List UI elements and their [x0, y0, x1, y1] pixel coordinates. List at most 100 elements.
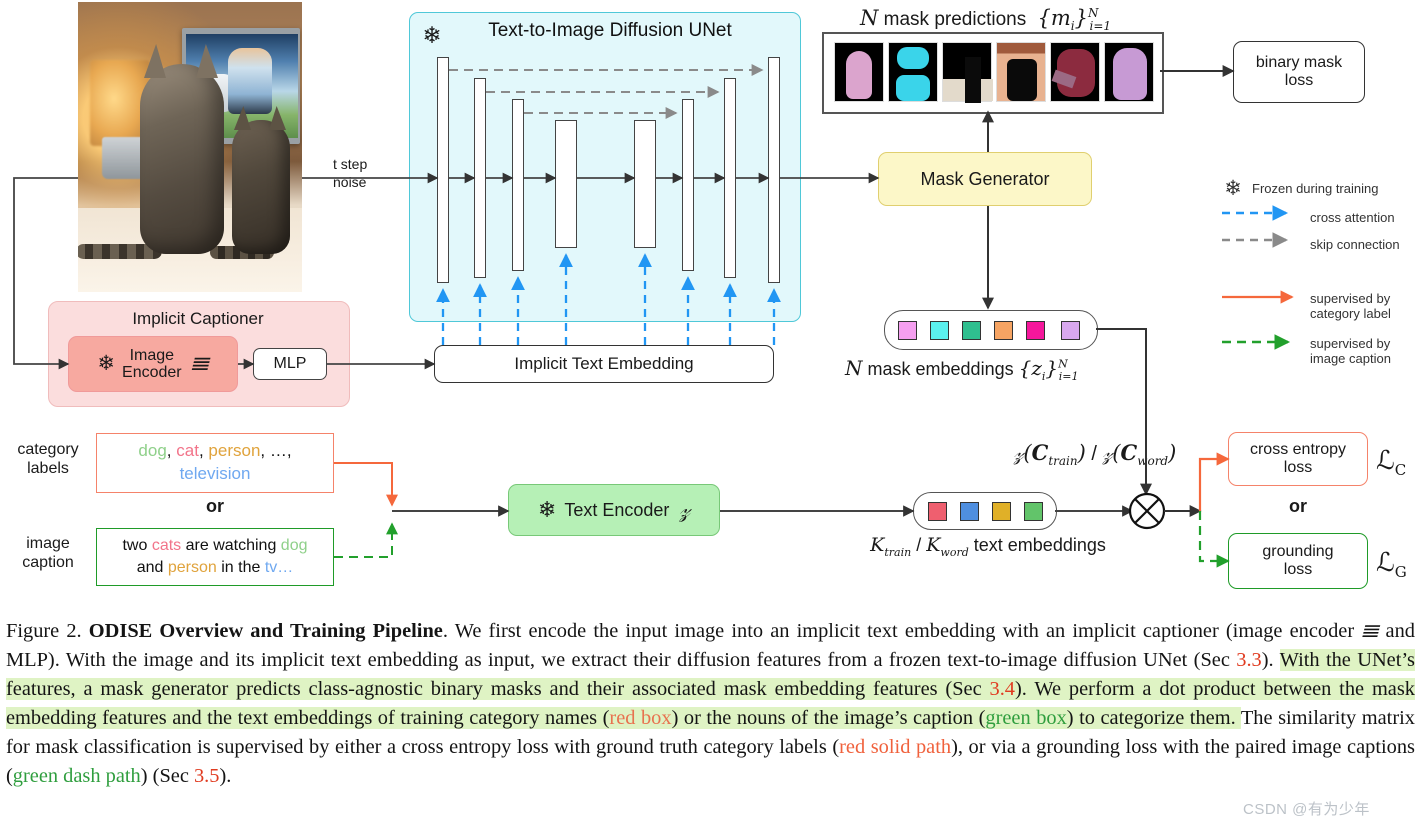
- caption-green-box: green box: [985, 707, 1067, 729]
- t-step-line2: noise: [333, 173, 367, 190]
- category-item-television: television: [179, 464, 251, 483]
- unet-block-1: [437, 57, 449, 283]
- text-embedding-chip-2: [960, 502, 979, 521]
- legend-supervised-category-label: supervised by category label: [1310, 291, 1391, 322]
- text-embeddings-math-label: 𝓏(Ctrain) / 𝓏(Cword): [1013, 440, 1177, 469]
- caption-sec-3-5: 3.5: [193, 765, 220, 787]
- legend-supervised-category-line2: category label: [1310, 306, 1391, 322]
- unet-block-5: [634, 120, 656, 248]
- mask-embeddings-strip: [884, 310, 1098, 350]
- snowflake-icon-image-encoder: ❄: [97, 351, 116, 375]
- or-label-right: or: [1289, 496, 1307, 516]
- legend-row-supervised-category: supervised by category label: [1218, 291, 1391, 322]
- mask-generator-box: Mask Generator: [878, 152, 1092, 206]
- legend-skip-connection-label: skip connection: [1310, 237, 1400, 252]
- legend-row-skip-connection: skip connection: [1218, 237, 1400, 252]
- unet-block-2: [474, 78, 486, 278]
- cross-entropy-line1: cross entropy: [1249, 440, 1347, 458]
- unet-block-7: [724, 78, 736, 278]
- caption-p5: ) (Sec: [140, 765, 194, 787]
- unet-block-3: [512, 99, 524, 271]
- input-image: [78, 2, 302, 292]
- mask-thumb-5: [1050, 42, 1100, 102]
- caption-green-dash-path: green dash path: [12, 765, 141, 787]
- mask-embedding-chip-2: [930, 321, 949, 340]
- cross-entropy-loss-box: cross entropy loss: [1228, 432, 1368, 486]
- text-encoder-box: ❄ Text Encoder 𝓏: [508, 484, 720, 536]
- mask-thumb-3: [942, 42, 993, 103]
- text-embeddings-count-label: Ktrain / Kword text embeddings: [870, 534, 1106, 559]
- legend-supervised-caption-line1: supervised by: [1310, 336, 1391, 351]
- caption-highlight-2c: ) to categorize them.: [1066, 707, 1241, 729]
- legend-frozen-label: Frozen during training: [1252, 180, 1379, 196]
- binary-mask-loss-line2: loss: [1284, 72, 1314, 89]
- image-encoder-symbol: 𝍣: [190, 351, 209, 377]
- category-labels-label: category labels: [4, 440, 92, 478]
- mask-embedding-chip-1: [898, 321, 917, 340]
- mask-embedding-chip-5: [1026, 321, 1045, 340]
- mlp-box: MLP: [253, 348, 327, 380]
- caption-label-line2: caption: [22, 554, 74, 572]
- mask-embedding-chip-4: [994, 321, 1013, 340]
- cross-entropy-symbol: ℒC: [1376, 446, 1407, 480]
- category-item-cat: cat: [176, 441, 199, 461]
- snowflake-icon-unet: ❄: [422, 22, 442, 48]
- text-embeddings-strip: [913, 492, 1057, 530]
- text-encoder-label: Text Encoder: [564, 499, 670, 520]
- figure-caption: Figure 2. ODISE Overview and Training Pi…: [6, 618, 1415, 787]
- text-embedding-chip-1: [928, 502, 947, 521]
- mask-thumb-1: [834, 42, 884, 102]
- category-label-line2: labels: [27, 460, 69, 478]
- mask-thumb-4: [996, 42, 1046, 102]
- grounding-line1: grounding: [1262, 542, 1334, 560]
- implicit-text-embedding-box: Implicit Text Embedding: [434, 345, 774, 383]
- mask-predictions-strip: [822, 32, 1164, 114]
- caption-highlight-1b: ).: [1015, 678, 1035, 700]
- text-embedding-chip-4: [1024, 502, 1043, 521]
- image-caption-label: image caption: [4, 534, 92, 572]
- category-item-dog: dog: [138, 441, 167, 461]
- category-item-person: person: [208, 441, 261, 461]
- t-step-noise-label: t step noise: [333, 156, 397, 191]
- implicit-captioner-title: Implicit Captioner: [132, 309, 264, 328]
- caption-token-and: and: [136, 559, 168, 576]
- category-label-line1: category: [17, 441, 79, 458]
- t-step-line1: t step: [333, 156, 368, 172]
- binary-mask-loss-box: binary mask loss: [1233, 41, 1365, 103]
- or-label-left: or: [206, 496, 224, 516]
- unet-title: Text-to-Image Diffusion UNet: [488, 20, 732, 41]
- legend-row-supervised-caption: supervised by image caption: [1218, 336, 1391, 367]
- grounding-symbol: ℒG: [1376, 548, 1407, 582]
- legend-supervised-caption-line2: image caption: [1310, 351, 1391, 367]
- unet-block-6: [682, 99, 694, 271]
- caption-p2: ).: [1261, 649, 1280, 671]
- grounding-line2: loss: [1283, 561, 1313, 578]
- snowflake-icon-text-encoder: ❄: [537, 497, 557, 522]
- mask-thumb-2: [888, 42, 938, 102]
- image-encoder-line2: Encoder: [122, 364, 182, 381]
- caption-token-tv: tv…: [264, 559, 294, 576]
- text-embedding-chip-3: [992, 502, 1011, 521]
- mask-embedding-chip-6: [1061, 321, 1080, 340]
- caption-v-symbol: 𝍣: [1361, 618, 1379, 642]
- caption-token-dog: dog: [280, 537, 308, 555]
- legend: ❄ Frozen during training cross attention…: [1218, 176, 1414, 376]
- cross-entropy-line2: loss: [1283, 459, 1313, 476]
- caption-token-person: person: [167, 559, 222, 576]
- legend-supervised-caption-label: supervised by image caption: [1310, 336, 1391, 367]
- grounding-loss-box: grounding loss: [1228, 533, 1368, 589]
- image-encoder-box: ❄ Image Encoder 𝍣: [68, 336, 238, 392]
- caption-sec-3-4: 3.4: [989, 678, 1016, 700]
- snowflake-icon-legend: ❄: [1224, 177, 1242, 200]
- caption-p6: ).: [219, 765, 232, 787]
- caption-sec-3-3: 3.3: [1236, 649, 1262, 671]
- caption-token-cats: cats: [151, 537, 186, 555]
- legend-row-frozen: ❄ Frozen during training: [1218, 176, 1378, 201]
- legend-row-cross-attention: cross attention: [1218, 210, 1395, 225]
- image-encoder-line1: Image: [129, 346, 175, 364]
- caption-red-solid-path: red solid path: [839, 736, 952, 758]
- diffusion-unet-panel: [409, 12, 801, 322]
- mask-embedding-chip-3: [962, 321, 981, 340]
- mask-predictions-label: N mask predictions {mi}Ni=1: [860, 6, 1112, 34]
- category-labels-box: dog, cat, person, …, television: [96, 433, 334, 493]
